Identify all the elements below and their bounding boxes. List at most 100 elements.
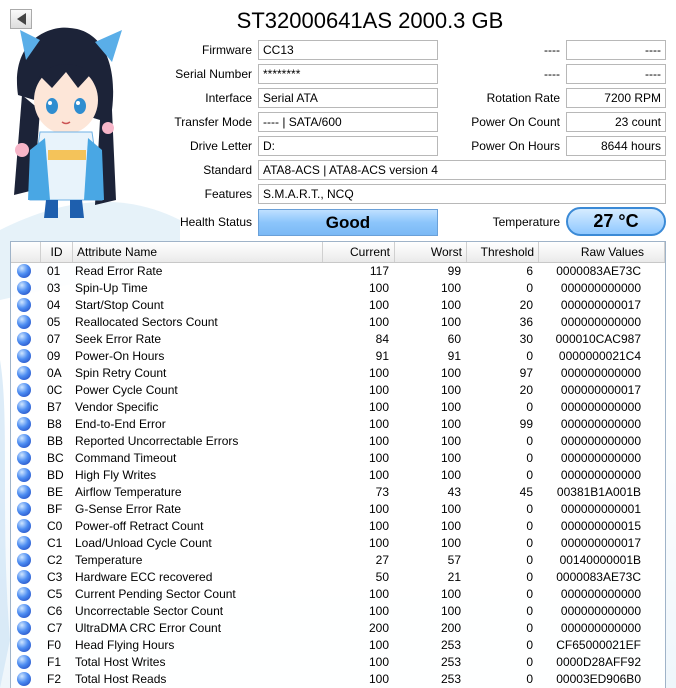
table-row[interactable]: C7 UltraDMA CRC Error Count 200 200 0 0000000… (11, 620, 665, 637)
status-circle-icon (17, 366, 31, 380)
raw-value: 000000000000 (560, 281, 641, 295)
attribute-id: C2 (47, 553, 63, 567)
table-row[interactable]: C3 Hardware ECC recovered 50 21 0 0000083AE73… (11, 569, 665, 586)
raw-value: 000000000000 (560, 366, 641, 380)
attribute-name: Power-On Hours (75, 349, 165, 363)
attribute-id: C3 (47, 570, 63, 584)
threshold-value: 0 (526, 638, 533, 652)
threshold-value: 0 (526, 349, 533, 363)
current-column-header[interactable]: Current (323, 242, 395, 262)
worst-value: 57 (447, 553, 461, 567)
table-row[interactable]: C2 Temperature 27 57 0 00140000001B (11, 552, 665, 569)
serial-number-label: Serial Number (175, 67, 252, 81)
table-row[interactable]: BF G-Sense Error Rate 100 100 0 000000000001 (11, 501, 665, 518)
id-column-header[interactable]: ID (41, 242, 73, 262)
attribute-id: BB (47, 434, 64, 448)
attribute-name: UltraDMA CRC Error Count (75, 621, 222, 635)
table-row[interactable]: C0 Power-off Retract Count 100 100 0 00000000… (11, 518, 665, 535)
threshold-value: 97 (519, 366, 533, 380)
current-value: 100 (368, 298, 389, 312)
worst-value: 200 (440, 621, 461, 635)
status-circle-icon (17, 417, 31, 431)
raw-value: 000000000000 (560, 621, 641, 635)
disk-title: ST32000641AS 2000.3 GB (236, 8, 504, 33)
status-circle-icon (17, 468, 31, 482)
table-row[interactable]: B8 End-to-End Error 100 100 99 000000000000 (11, 416, 665, 433)
status-column-header[interactable] (11, 242, 41, 262)
threshold-value: 0 (526, 672, 533, 686)
current-value: 50 (375, 570, 389, 584)
threshold-value: 30 (519, 332, 533, 346)
table-row[interactable]: C5 Current Pending Sector Count 100 100 0 000… (11, 586, 665, 603)
table-row[interactable]: 0C Power Cycle Count 100 100 20 000000000017 (11, 382, 665, 399)
status-circle-icon (17, 485, 31, 499)
temperature-label: Temperature (492, 215, 560, 229)
raw-value: 000000000000 (560, 587, 641, 601)
current-value: 100 (368, 281, 389, 295)
current-value: 100 (368, 536, 389, 550)
threshold-value: 0 (526, 553, 533, 567)
raw-value: 000000000017 (560, 383, 641, 397)
worst-value: 43 (447, 485, 461, 499)
status-circle-icon (17, 587, 31, 601)
table-row[interactable]: B7 Vendor Specific 100 100 0 000000000000 (11, 399, 665, 416)
table-row[interactable]: 09 Power-On Hours 91 91 0 0000000021C4 (11, 348, 665, 365)
threshold-column-header[interactable]: Threshold (467, 242, 539, 262)
table-row[interactable]: BD High Fly Writes 100 100 0 000000000000 (11, 467, 665, 484)
table-row[interactable]: BE Airflow Temperature 73 43 45 00381B1A001B (11, 484, 665, 501)
current-value: 100 (368, 502, 389, 516)
temperature-badge[interactable]: 27 °C (566, 207, 666, 236)
drive-letter-field: D: (258, 136, 438, 156)
attribute-id: 03 (47, 281, 61, 295)
triangle-left-icon (16, 13, 26, 25)
table-row[interactable]: F2 Total Host Reads 100 253 0 00003ED906B0 (11, 671, 665, 688)
worst-value: 253 (440, 638, 461, 652)
table-row[interactable]: BB Reported Uncorrectable Errors 100 100 0 00… (11, 433, 665, 450)
current-value: 100 (368, 366, 389, 380)
table-row[interactable]: F0 Head Flying Hours 100 253 0 CF65000021EF (11, 637, 665, 654)
current-value: 100 (368, 315, 389, 329)
transfer-mode-label: Transfer Mode (174, 115, 252, 129)
health-status-button[interactable]: Good (258, 209, 438, 236)
table-row[interactable]: BC Command Timeout 100 100 0 000000000000 (11, 450, 665, 467)
worst-value: 100 (440, 536, 461, 550)
table-row[interactable]: 05 Reallocated Sectors Count 100 100 36 00000… (11, 314, 665, 331)
rotation-rate-label: Rotation Rate (486, 91, 560, 105)
table-row[interactable]: 0A Spin Retry Count 100 100 97 000000000000 (11, 365, 665, 382)
table-row[interactable]: 03 Spin-Up Time 100 100 0 000000000000 (11, 280, 665, 297)
table-row[interactable]: 04 Start/Stop Count 100 100 20 000000000017 (11, 297, 665, 314)
table-row[interactable]: C1 Load/Unload Cycle Count 100 100 0 00000000… (11, 535, 665, 552)
table-row[interactable]: F1 Total Host Writes 100 253 0 0000D28AFF92 (11, 654, 665, 671)
power-on-count-field: 23 count (566, 112, 666, 132)
power-on-count-label: Power On Count (471, 115, 560, 129)
table-row[interactable]: C6 Uncorrectable Sector Count 100 100 0 00000… (11, 603, 665, 620)
attribute-name: Spin-Up Time (75, 281, 148, 295)
back-arrow-button[interactable] (10, 9, 32, 29)
worst-value: 100 (440, 468, 461, 482)
worst-value: 21 (447, 570, 461, 584)
threshold-value: 0 (526, 451, 533, 465)
interface-field: Serial ATA (258, 88, 438, 108)
threshold-value: 0 (526, 570, 533, 584)
table-row[interactable]: 01 Read Error Rate 117 99 6 0000083AE73C (11, 263, 665, 280)
threshold-value: 0 (526, 502, 533, 516)
status-circle-icon (17, 655, 31, 669)
firmware-field: CC13 (258, 40, 438, 60)
drive-letter-label: Drive Letter (189, 139, 252, 153)
status-circle-icon (17, 281, 31, 295)
worst-column-header[interactable]: Worst (395, 242, 467, 262)
transfer-mode-field: ---- | SATA/600 (258, 112, 438, 132)
table-header: ID Attribute Name Current Worst Threshol… (11, 242, 665, 263)
worst-value: 100 (440, 315, 461, 329)
raw-value: 000000000000 (560, 400, 641, 414)
attribute-name-column-header[interactable]: Attribute Name (73, 242, 323, 262)
smart-attributes-table[interactable]: ID Attribute Name Current Worst Threshol… (10, 241, 666, 688)
attribute-id: C7 (47, 621, 63, 635)
worst-value: 100 (440, 451, 461, 465)
current-value: 100 (368, 383, 389, 397)
table-row[interactable]: 07 Seek Error Rate 84 60 30 000010CAC987 (11, 331, 665, 348)
raw-value: 000000000017 (560, 536, 641, 550)
raw-values-column-header[interactable]: Raw Values (539, 242, 665, 262)
attribute-name: Vendor Specific (75, 400, 159, 414)
attribute-id: C1 (47, 536, 63, 550)
